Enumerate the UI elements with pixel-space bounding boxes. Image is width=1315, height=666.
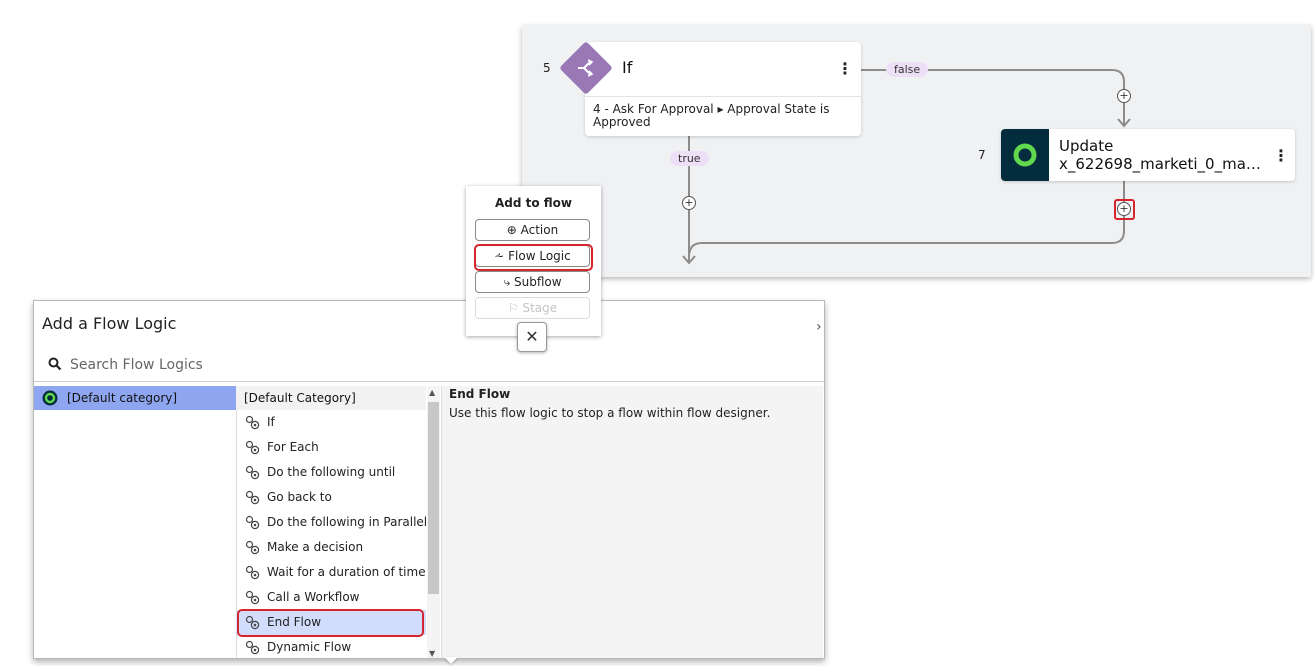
flow-logic-icon xyxy=(245,440,260,455)
list-item-do-until[interactable]: Do the following until xyxy=(236,460,426,485)
add-flow-logic-dialog: Add a Flow Logic › [Default category] [D… xyxy=(33,300,825,659)
servicenow-ring-icon xyxy=(42,390,58,406)
list-item-for-each[interactable]: For Each xyxy=(236,435,426,460)
kebab-menu-icon[interactable]: ⋮ xyxy=(1273,146,1289,165)
if-step-card[interactable]: If ⋮ 4 - Ask For Approval ▸ Approval Sta… xyxy=(585,42,861,136)
flow-logic-icon xyxy=(245,565,260,580)
scroll-up-icon[interactable]: ▲ xyxy=(429,388,435,397)
description-text: Use this flow logic to stop a flow withi… xyxy=(449,406,771,420)
list-item-go-back-to[interactable]: Go back to xyxy=(236,485,426,510)
flow-logic-icon xyxy=(245,540,260,555)
flow-logic-icon xyxy=(245,515,260,530)
step-number: 7 xyxy=(978,148,986,162)
update-step-icon-tile xyxy=(1001,129,1049,181)
update-step-title: Update x_622698_marketi_0_ma… xyxy=(1059,137,1261,173)
list-header: [Default Category] xyxy=(236,386,426,410)
list-item-wait[interactable]: Wait for a duration of time xyxy=(236,560,426,585)
stage-button: ⚐ Stage xyxy=(475,297,590,319)
dialog-title: Add a Flow Logic xyxy=(42,314,177,333)
step-number: 5 xyxy=(543,61,551,75)
add-to-flow-title: Add to flow xyxy=(494,196,573,210)
list-item-dynamic-flow[interactable]: Dynamic Flow xyxy=(236,635,426,660)
description-title: End Flow xyxy=(449,387,511,401)
category-label: [Default category] xyxy=(67,391,178,405)
list-scrollbar[interactable]: ▲ ▼ xyxy=(427,386,440,658)
highlight-box xyxy=(474,244,593,271)
servicenow-ring-icon xyxy=(1013,143,1037,167)
scrollbar-thumb[interactable] xyxy=(428,402,439,594)
flow-logic-icon xyxy=(245,465,260,480)
update-step-card[interactable]: Update x_622698_marketi_0_ma… ⋮ xyxy=(1001,129,1295,181)
flow-logic-icon xyxy=(245,415,260,430)
list-item-parallel[interactable]: Do the following in Parallel xyxy=(236,510,427,535)
flow-logic-icon xyxy=(245,490,260,505)
add-step-plus-icon[interactable]: + xyxy=(682,196,696,210)
scroll-down-icon[interactable]: ▼ xyxy=(429,649,435,658)
search-input[interactable] xyxy=(68,353,472,377)
subflow-button[interactable]: ⤷ Subflow xyxy=(475,271,590,293)
chevron-right-icon[interactable]: › xyxy=(816,319,822,335)
search-icon xyxy=(48,357,62,371)
if-step-title: If xyxy=(622,58,633,77)
kebab-menu-icon[interactable]: ⋮ xyxy=(837,59,853,78)
action-button[interactable]: ⊕ Action xyxy=(475,219,590,241)
list-item-make-decision[interactable]: Make a decision xyxy=(236,535,426,560)
add-step-plus-icon[interactable]: + xyxy=(1117,89,1131,103)
category-item-default[interactable]: [Default category] xyxy=(34,386,236,410)
highlight-box xyxy=(237,609,424,637)
flow-canvas[interactable]: 5 If ⋮ 4 - Ask For Approval ▸ Approval S… xyxy=(522,25,1311,277)
if-step-condition: 4 - Ask For Approval ▸ Approval State is… xyxy=(593,102,830,129)
category-column: [Default category] xyxy=(34,386,237,658)
list-item-if[interactable]: If xyxy=(236,410,426,435)
true-branch-label: true xyxy=(670,151,709,166)
dialog-pointer xyxy=(444,657,458,664)
list-item-call-workflow[interactable]: Call a Workflow xyxy=(236,585,426,610)
description-panel: End Flow Use this flow logic to stop a f… xyxy=(441,386,823,658)
divider xyxy=(34,381,824,382)
close-icon[interactable]: ✕ xyxy=(517,322,547,352)
branch-icon xyxy=(578,59,594,77)
flow-logic-icon xyxy=(245,590,260,605)
highlight-box xyxy=(1114,199,1135,220)
flow-logic-icon xyxy=(245,640,260,655)
false-branch-label: false xyxy=(886,62,929,77)
